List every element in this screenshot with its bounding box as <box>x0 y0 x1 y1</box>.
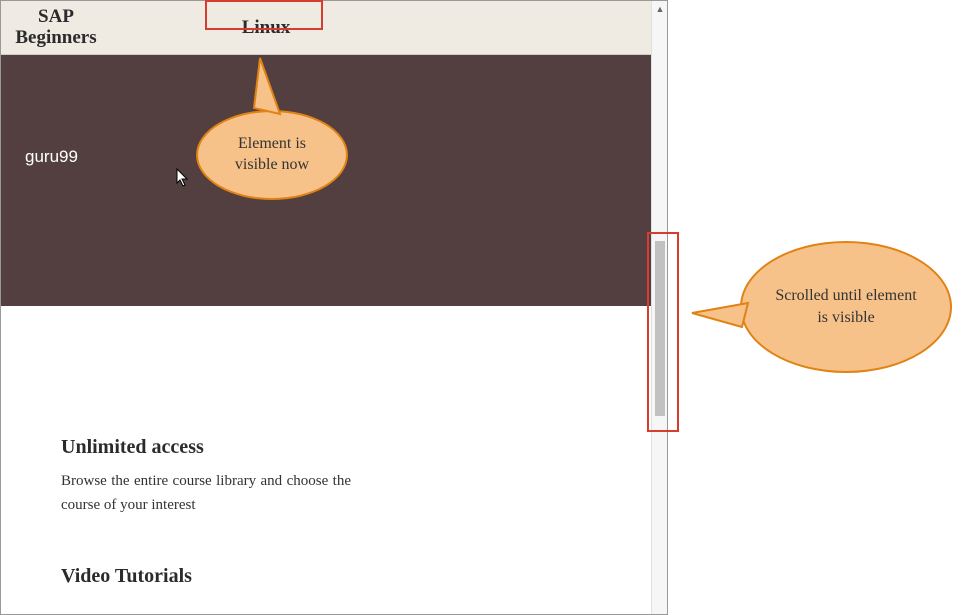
heading-video-tutorials: Video Tutorials <box>61 565 627 588</box>
scrollbar-track[interactable]: ▲ <box>651 1 667 614</box>
heading-unlimited-access: Unlimited access <box>61 436 627 459</box>
callout-tail-icon <box>252 56 292 116</box>
nav-sap-line2: Beginners <box>1 28 111 49</box>
nav-item-linux[interactable]: Linux <box>211 17 321 39</box>
callout-bubble-2: Scrolled until element is visible <box>740 241 952 373</box>
callout-bubble-1: Element is visible now <box>196 110 348 200</box>
scrollbar-up-arrow-icon[interactable]: ▲ <box>652 1 668 17</box>
scrollbar-thumb[interactable] <box>655 241 665 416</box>
nav-bar: SAP Beginners Linux <box>1 1 667 55</box>
callout-tail-icon <box>690 297 750 337</box>
content-area: Unlimited access Browse the entire cours… <box>1 306 667 598</box>
callout-element-visible: Element is visible now <box>196 110 348 200</box>
nav-sap-line1: SAP <box>1 7 111 28</box>
page-container: SAP Beginners Linux guru99 Unlimited acc… <box>0 0 668 615</box>
callout-scrolled-visible: Scrolled until element is visible <box>740 241 952 373</box>
paragraph-unlimited-access: Browse the entire course library and cho… <box>61 469 351 517</box>
hero-logo-text: guru99 <box>25 147 78 167</box>
nav-item-sap[interactable]: SAP Beginners <box>1 7 111 49</box>
